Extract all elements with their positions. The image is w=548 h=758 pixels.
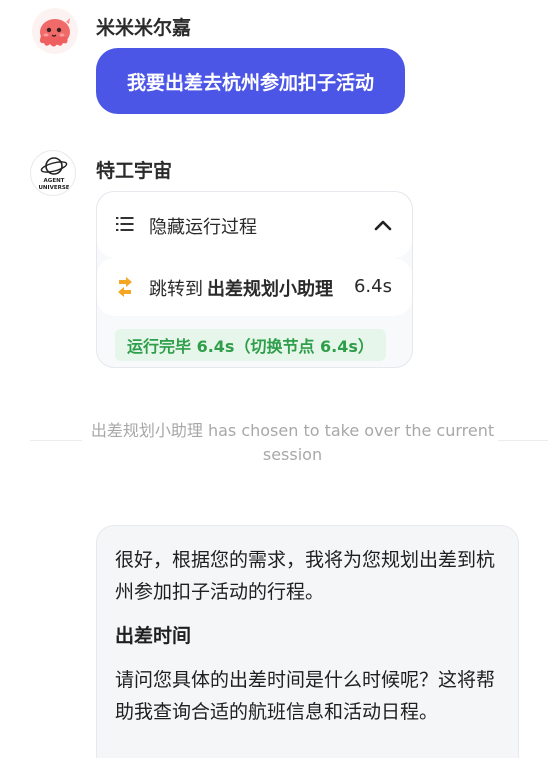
user-name: 米米米尔嘉 (96, 17, 192, 39)
list-icon (116, 217, 134, 231)
run-process-header[interactable]: 隐藏运行过程 (97, 192, 412, 258)
user-message-bubble: 我要出差去杭州参加扣子活动 (96, 48, 405, 114)
jump-step-target: 出差规划小助理 (207, 279, 333, 300)
avatar-text-agent: AGENT (44, 178, 65, 184)
takeover-notice: 出差规划小助理 has chosen to take over the curr… (90, 421, 495, 464)
reply-heading: 出差时间 (115, 625, 192, 647)
agent-reply-bubble: 很好，根据您的需求，我将为您规划出差到杭州参加扣子活动的行程。 出差时间 请问您… (96, 525, 519, 758)
jump-step-prefix: 跳转到 (149, 279, 203, 300)
avatar-text-universe: UNIVERSE (38, 185, 69, 191)
agent-name: 特工宇宙 (96, 160, 173, 182)
jump-step-card: 跳转到 出差规划小助理 6.4s (97, 258, 412, 316)
notice-divider-left (30, 440, 82, 441)
agent-avatar-icon[interactable]: AGENT UNIVERSE (30, 150, 76, 196)
reply-paragraph-1: 很好，根据您的需求，我将为您规划出差到杭州参加扣子活动的行程。 (115, 549, 496, 603)
run-process-card: 隐藏运行过程 跳转到 出差规划小助理 6.4s 运行完毕 6.4s（切换节点 6.… (96, 191, 413, 368)
chat-page: 米米米尔嘉 我要出差去杭州参加扣子活动 AGENT UNIVERSE 特工宇宙 … (0, 0, 548, 758)
hide-process-label[interactable]: 隐藏运行过程 (149, 213, 257, 239)
user-avatar-icon[interactable] (32, 8, 78, 54)
notice-divider-right (498, 440, 548, 441)
run-complete-badge: 运行完毕 6.4s（切换节点 6.4s） (115, 329, 386, 361)
jump-step-text: 跳转到 出差规划小助理 (149, 275, 333, 301)
reply-paragraph-2: 请问您具体的出差时间是什么时候呢？这将帮助我查询合适的航班信息和活动日程。 (115, 669, 496, 723)
jump-step-time: 6.4s (353, 276, 392, 297)
chevron-up-icon[interactable] (370, 212, 396, 238)
jump-icon (118, 277, 132, 297)
